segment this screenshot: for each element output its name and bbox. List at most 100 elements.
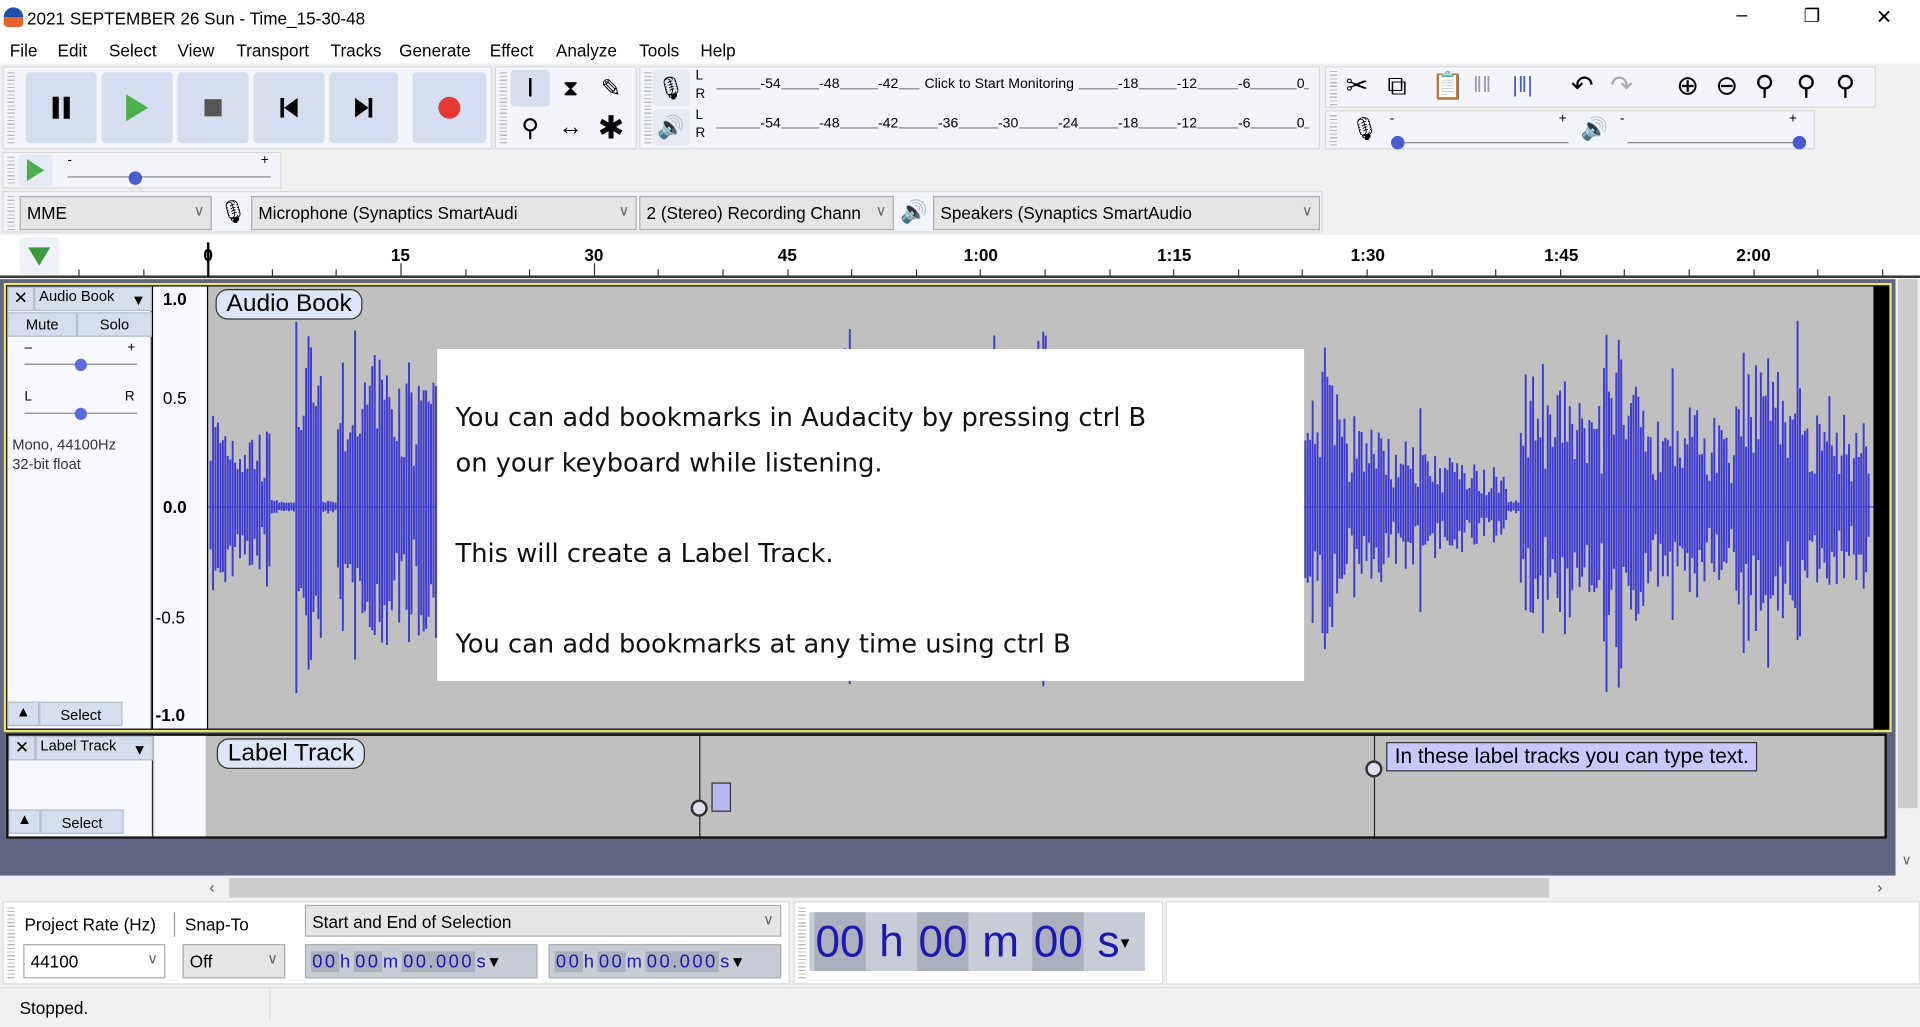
track-close-button[interactable]: ✕: [7, 286, 35, 312]
menu-analyze[interactable]: Analyze: [556, 40, 617, 60]
stop-button[interactable]: [177, 72, 249, 144]
audio-host-select[interactable]: MME ∨: [19, 195, 212, 231]
redo-button[interactable]: ↷: [1610, 70, 1633, 102]
project-rate-select[interactable]: 44100 ∨: [23, 944, 166, 979]
menu-tracks[interactable]: Tracks: [331, 40, 382, 60]
play-button[interactable]: [101, 72, 173, 144]
zoom-toggle-button[interactable]: ⚲: [1836, 70, 1856, 102]
playback-volume-slider[interactable]: [1627, 131, 1807, 150]
clip-name-label-track[interactable]: Label Track: [216, 738, 366, 769]
recording-volume-slider[interactable]: [1391, 131, 1569, 150]
selection-start-time[interactable]: 00 h 00 m 00.000 s▾: [304, 944, 538, 979]
audacity-window: 2021 SEPTEMBER 26 Sun - Time_15-30-48 – …: [0, 0, 1920, 1027]
menu-generate[interactable]: Generate: [399, 40, 470, 60]
track-close-button[interactable]: ✕: [8, 735, 36, 761]
record-meter-button[interactable]: 🎙: [652, 69, 690, 107]
pan-slider[interactable]: [24, 404, 138, 421]
ruler-tick: [1752, 269, 1755, 276]
play-at-speed-button[interactable]: [18, 154, 53, 187]
slider-thumb[interactable]: [128, 171, 142, 185]
recording-device-select[interactable]: Microphone (Synaptics SmartAudi ∨: [251, 195, 637, 231]
snap-to-select[interactable]: Off ∨: [182, 944, 286, 979]
skip-to-end-button[interactable]: [329, 72, 398, 144]
playback-meter[interactable]: LR -54 -48 -42 -36 -30 -24 -18 -12 -6 0: [694, 108, 1316, 146]
trim-button[interactable]: ‖‖: [1473, 72, 1491, 98]
menu-edit[interactable]: Edit: [58, 40, 88, 60]
zoom-tool[interactable]: ⚲: [511, 109, 550, 146]
undo-button[interactable]: ↶: [1571, 70, 1594, 102]
menu-help[interactable]: Help: [700, 40, 735, 60]
skip-to-start-button[interactable]: [253, 72, 325, 144]
slider-thumb[interactable]: [74, 407, 87, 421]
menu-transport[interactable]: Transport: [236, 40, 309, 60]
ruler-tick: [1624, 269, 1626, 276]
menu-select[interactable]: Select: [109, 40, 157, 60]
ruler-tick: [78, 269, 80, 276]
menu-effect[interactable]: Effect: [490, 40, 534, 60]
menu-view[interactable]: View: [178, 40, 215, 60]
slider-thumb[interactable]: [1792, 135, 1807, 150]
record-button[interactable]: [412, 72, 487, 144]
zoom-in-button[interactable]: ⊕: [1676, 70, 1699, 102]
silence-button[interactable]: |‖|: [1512, 72, 1533, 98]
timeline-ruler[interactable]: 0 15 30 45 1:00 1:15 1:30 1:45 2:00: [0, 235, 1920, 278]
record-icon: [438, 96, 461, 119]
timeline-label: 1:15: [1157, 244, 1192, 265]
label-handle-icon[interactable]: [1365, 760, 1383, 778]
audio-position-display[interactable]: 00 h 00 m 00 s▾: [809, 912, 1145, 972]
ruler-tick: [1881, 269, 1884, 276]
microphone-icon: 🎙: [219, 199, 248, 225]
playback-meter-button[interactable]: 🔊: [652, 108, 690, 146]
vertical-scrollbar[interactable]: ∨: [1895, 279, 1920, 876]
envelope-tool[interactable]: ⧗: [551, 70, 590, 107]
fit-selection-button[interactable]: ⚲: [1755, 70, 1775, 102]
gain-slider[interactable]: [24, 355, 138, 372]
restore-button[interactable]: ❐: [1804, 5, 1820, 27]
zoom-out-button[interactable]: ⊖: [1716, 70, 1739, 102]
paste-button[interactable]: 📋: [1431, 70, 1465, 102]
transport-toolbar: [2, 66, 493, 150]
playback-device-select[interactable]: Speakers (Synaptics SmartAudio ∨: [933, 195, 1321, 231]
close-button[interactable]: ✕: [1876, 5, 1892, 29]
vertical-scale[interactable]: 1.0 0.5 0.0 -0.5 -1.0: [153, 286, 207, 729]
copy-button[interactable]: ⧉: [1387, 70, 1406, 102]
select-track-button[interactable]: Select: [40, 809, 124, 834]
timeline-label: 1:30: [1350, 244, 1385, 265]
clip-name-audio-book[interactable]: Audio Book: [215, 288, 363, 320]
selection-end-time[interactable]: 00 h 00 m 00.000 s▾: [548, 944, 782, 979]
horizontal-scrollbar[interactable]: ‹ ›: [202, 876, 1898, 899]
timeline-options-button[interactable]: [19, 237, 59, 275]
select-track-button[interactable]: Select: [39, 701, 123, 727]
slider-thumb[interactable]: [74, 358, 87, 372]
playback-speed-slider[interactable]: [67, 168, 271, 185]
draw-tool[interactable]: ✎: [591, 70, 630, 107]
slider-thumb[interactable]: [1391, 135, 1405, 150]
fit-project-button[interactable]: ⚲: [1796, 70, 1816, 102]
scrollbar-thumb[interactable]: [228, 877, 1549, 898]
recording-channels-select[interactable]: 2 (Stereo) Recording Chann ∨: [639, 195, 894, 231]
record-meter[interactable]: LR -54 -48 -42 Click to Start Monitoring…: [694, 69, 1316, 107]
solo-button[interactable]: Solo: [77, 312, 152, 337]
track-menu-button[interactable]: Label Track ▼: [35, 735, 154, 761]
selection-tool[interactable]: I: [510, 69, 550, 107]
time-shift-tool[interactable]: ↔: [551, 109, 590, 146]
label-text[interactable]: In these label tracks you can type text.: [1386, 742, 1758, 772]
menu-file[interactable]: File: [10, 40, 38, 60]
pause-button[interactable]: [25, 72, 97, 144]
label-handle-icon[interactable]: [690, 799, 708, 817]
label-empty-textbox[interactable]: [711, 782, 732, 812]
tools-toolbar: I ⧗ ✎ ⚲ ↔ ✱: [494, 66, 637, 150]
timeline-label: 1:00: [963, 244, 998, 265]
collapse-button[interactable]: ▲: [7, 701, 40, 727]
mute-button[interactable]: Mute: [7, 312, 78, 337]
cut-button[interactable]: ✂: [1346, 70, 1369, 102]
selection-mode-select[interactable]: Start and End of Selection ∨: [304, 904, 782, 937]
track-menu-button[interactable]: Audio Book ▼: [34, 286, 152, 312]
overlay-line: on your keyboard while listening.: [455, 448, 883, 478]
minimize-button[interactable]: –: [1736, 5, 1747, 27]
mixer-toolbar: 🎙 - + 🔊 - +: [1324, 110, 1815, 150]
collapse-button[interactable]: ▲: [8, 809, 41, 834]
click-to-start-monitoring[interactable]: Click to Start Monitoring: [919, 77, 1079, 92]
menu-tools[interactable]: Tools: [639, 40, 679, 60]
multi-tool[interactable]: ✱: [591, 108, 630, 146]
